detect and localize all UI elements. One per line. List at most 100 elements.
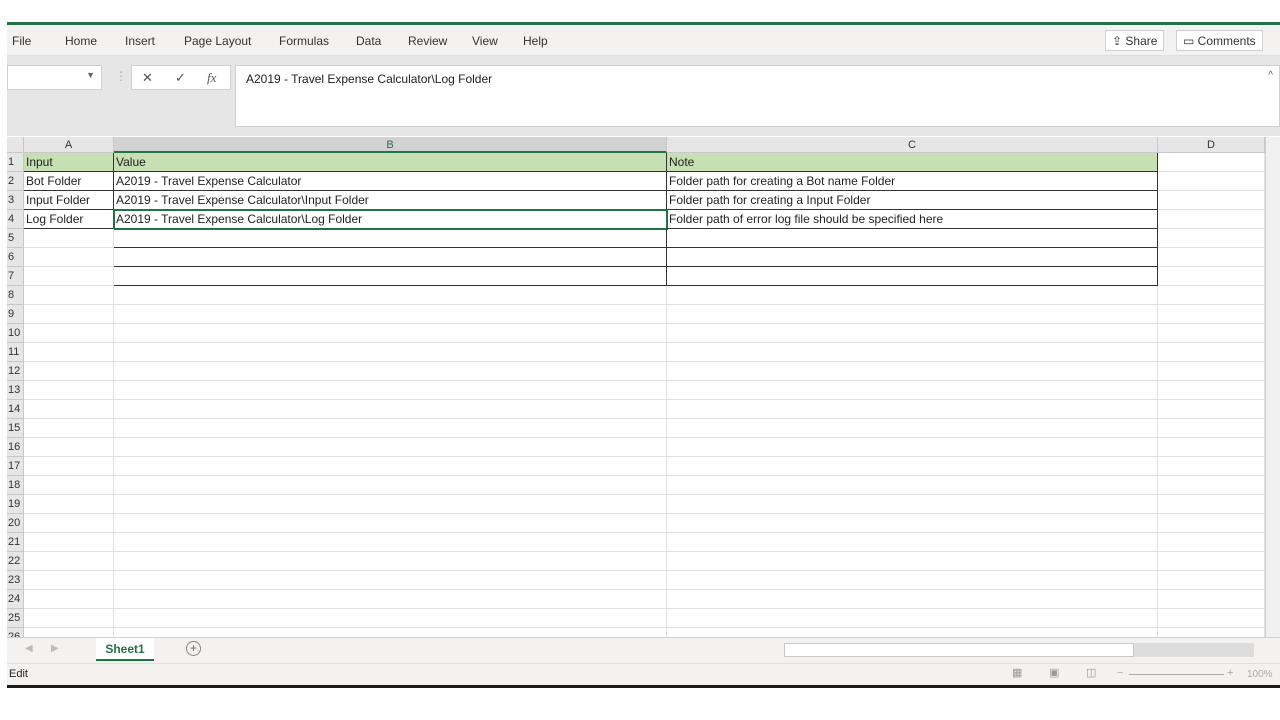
column-header-a[interactable]: A [24,137,114,153]
cell[interactable] [667,229,1158,248]
cell[interactable] [114,552,667,571]
row-header[interactable]: 24 [7,590,24,609]
cell[interactable] [114,286,667,305]
cell[interactable] [114,533,667,552]
row-header[interactable]: 25 [7,609,24,628]
zoom-in-icon[interactable]: + [1227,667,1233,679]
page-break-view-icon[interactable]: ◫ [1086,666,1096,679]
row-header[interactable]: 14 [7,400,24,419]
cell[interactable] [24,343,114,362]
cell[interactable]: Bot Folder [24,172,114,191]
menu-view[interactable]: View [472,34,498,48]
cell[interactable] [24,248,114,267]
formula-input[interactable]: A2019 - Travel Expense Calculator\Log Fo… [235,65,1280,127]
cell[interactable] [667,400,1158,419]
row-header[interactable]: 9 [7,305,24,324]
cell[interactable] [667,381,1158,400]
cell[interactable] [114,438,667,457]
cell[interactable]: Folder path for creating a Input Folder [667,191,1158,210]
normal-view-icon[interactable]: ▦ [1012,666,1022,679]
share-button[interactable]: ⇪ Share [1105,30,1165,51]
cell[interactable] [1158,533,1265,552]
menu-insert[interactable]: Insert [125,34,155,48]
cell[interactable] [1158,191,1265,210]
cell[interactable] [667,609,1158,628]
cell[interactable] [667,419,1158,438]
cell[interactable] [114,362,667,381]
cell[interactable] [667,248,1158,267]
fx-icon[interactable]: fx [207,70,216,86]
cell[interactable] [1158,172,1265,191]
cell[interactable] [24,514,114,533]
cell[interactable] [114,457,667,476]
cell[interactable] [114,514,667,533]
row-header[interactable]: 11 [7,343,24,362]
row-header[interactable]: 22 [7,552,24,571]
cell[interactable] [1158,495,1265,514]
cell[interactable] [667,495,1158,514]
header-cell[interactable]: Input [24,153,114,172]
header-cell[interactable] [1158,153,1265,172]
cell[interactable] [667,267,1158,286]
add-sheet-icon[interactable]: + [186,641,201,656]
row-header[interactable]: 17 [7,457,24,476]
row-header[interactable]: 2 [7,172,24,191]
row-header[interactable]: 19 [7,495,24,514]
cell[interactable] [1158,590,1265,609]
row-header[interactable]: 3 [7,191,24,210]
cell[interactable] [114,476,667,495]
cell[interactable] [24,590,114,609]
cell[interactable] [24,552,114,571]
collapse-icon[interactable]: ^ [1268,70,1273,81]
cell[interactable] [24,533,114,552]
cell[interactable] [667,571,1158,590]
cell[interactable] [114,381,667,400]
comments-button[interactable]: ▭ Comments [1176,30,1263,51]
menu-review[interactable]: Review [408,34,447,48]
cell[interactable] [114,305,667,324]
cell[interactable] [24,305,114,324]
cell[interactable] [1158,286,1265,305]
column-header-b[interactable]: B [114,137,667,153]
cell[interactable] [667,457,1158,476]
name-box[interactable]: ▼ [7,65,102,90]
cell[interactable] [1158,210,1265,229]
header-cell[interactable]: Value [114,153,667,172]
select-all-corner[interactable] [7,137,24,153]
row-header[interactable]: 12 [7,362,24,381]
menu-formulas[interactable]: Formulas [279,34,329,48]
menu-data[interactable]: Data [356,34,381,48]
cell[interactable] [24,362,114,381]
cell[interactable] [114,609,667,628]
cell[interactable] [24,267,114,286]
cell[interactable] [667,305,1158,324]
drag-handle-icon[interactable]: ⋮ [115,69,127,83]
cell[interactable]: A2019 - Travel Expense Calculator\Log Fo… [113,209,668,230]
cell[interactable] [1158,267,1265,286]
cell[interactable] [1158,609,1265,628]
cell[interactable] [24,476,114,495]
check-icon[interactable]: ✓ [175,70,186,86]
page-layout-view-icon[interactable]: ▣ [1049,666,1059,679]
cell[interactable]: A2019 - Travel Expense Calculator [114,172,667,191]
row-header[interactable]: 18 [7,476,24,495]
cell[interactable] [667,343,1158,362]
prev-sheet-icon[interactable]: ◀ [25,643,33,654]
cell[interactable] [114,343,667,362]
cell[interactable] [24,324,114,343]
cell[interactable]: Input Folder [24,191,114,210]
row-header[interactable]: 16 [7,438,24,457]
cell[interactable] [114,419,667,438]
cell[interactable] [1158,514,1265,533]
menu-help[interactable]: Help [523,34,548,48]
row-header[interactable]: 13 [7,381,24,400]
cell[interactable]: A2019 - Travel Expense Calculator\Input … [114,191,667,210]
cell[interactable]: Log Folder [24,210,114,229]
cell[interactable] [114,590,667,609]
cell[interactable] [114,400,667,419]
cell[interactable] [24,286,114,305]
cell[interactable] [24,438,114,457]
horizontal-scrollbar[interactable] [784,643,1134,657]
zoom-slider[interactable] [1129,674,1224,675]
column-header-c[interactable]: C [667,137,1158,153]
